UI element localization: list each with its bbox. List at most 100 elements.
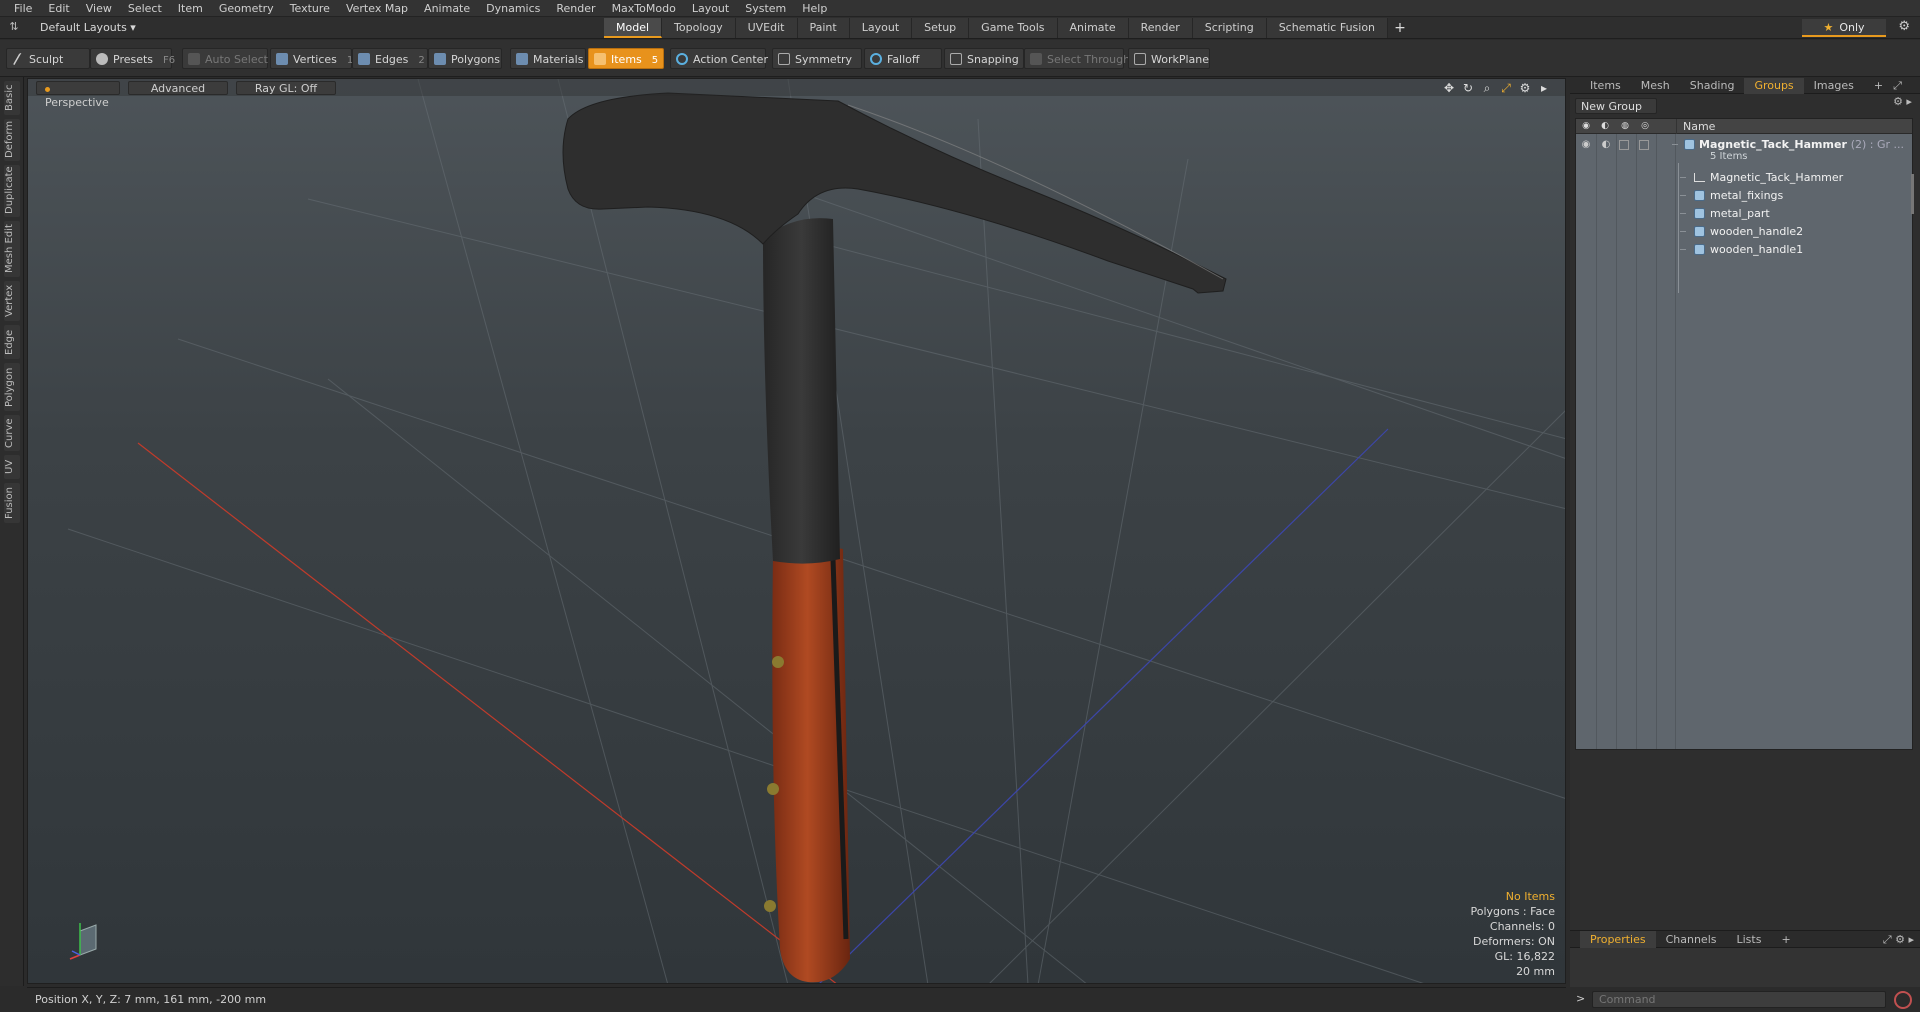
category-uv[interactable]: UV: [4, 455, 20, 479]
menu-system[interactable]: System: [737, 0, 794, 17]
lock-checkbox[interactable]: [1619, 140, 1629, 150]
tab-shading[interactable]: Shading: [1680, 78, 1745, 94]
sculpt-button[interactable]: Sculpt: [6, 48, 90, 69]
axis-gizmo: [69, 923, 97, 960]
menu-geometry[interactable]: Geometry: [211, 0, 282, 17]
tab-images[interactable]: Images: [1804, 78, 1864, 94]
command-input[interactable]: [1592, 991, 1886, 1008]
select-through-button[interactable]: Select Through: [1024, 48, 1130, 69]
tab-animate[interactable]: Animate: [1057, 18, 1129, 38]
menu-vertex-map[interactable]: Vertex Map: [338, 0, 416, 17]
view-mode-button[interactable]: Perspective: [36, 81, 120, 109]
name-column-header[interactable]: Name: [1676, 119, 1916, 134]
items-button[interactable]: Items 5: [588, 48, 664, 69]
menu-render[interactable]: Render: [548, 0, 603, 17]
menu-layout[interactable]: Layout: [684, 0, 737, 17]
category-polygon[interactable]: Polygon: [4, 363, 20, 411]
list-item[interactable]: wooden_handle1: [1576, 241, 1912, 258]
menu-maxtomodo[interactable]: MaxToModo: [604, 0, 684, 17]
edges-button[interactable]: Edges 2: [352, 48, 428, 69]
group-row[interactable]: ◉ ◐ Magnetic_Tack_Hammer (2) : Gr ... 5 …: [1576, 136, 1912, 166]
new-group-button[interactable]: New Group: [1575, 98, 1657, 114]
auto-select-button[interactable]: Auto Select: [182, 48, 268, 69]
menu-animate[interactable]: Animate: [416, 0, 478, 17]
action-center-button[interactable]: Action Center: [670, 48, 768, 69]
tab-scripting[interactable]: Scripting: [1192, 18, 1267, 38]
tab-lists[interactable]: Lists: [1727, 931, 1772, 948]
materials-icon: [516, 53, 528, 65]
rotate-icon[interactable]: ↻: [1461, 81, 1475, 95]
menu-help[interactable]: Help: [794, 0, 835, 17]
polygons-icon: [434, 53, 446, 65]
presets-button[interactable]: Presets F6: [90, 48, 175, 69]
render-column-icon[interactable]: ◐: [1598, 120, 1612, 132]
menu-file[interactable]: File: [6, 0, 40, 17]
menu-item[interactable]: Item: [170, 0, 211, 17]
render-toggle-icon[interactable]: ◐: [1600, 139, 1612, 150]
collapse-arrow-icon[interactable]: ⇅: [6, 20, 22, 36]
category-fusion[interactable]: Fusion: [4, 483, 20, 523]
layouts-dropdown[interactable]: Default Layouts ▾: [32, 20, 144, 36]
tab-paint[interactable]: Paint: [797, 18, 850, 38]
tab-groups[interactable]: Groups: [1744, 78, 1804, 94]
list-item[interactable]: Magnetic_Tack_Hammer: [1576, 169, 1912, 186]
shading-mode-button[interactable]: Advanced: [128, 81, 228, 95]
tab-channels[interactable]: Channels: [1656, 931, 1727, 948]
menu-dynamics[interactable]: Dynamics: [478, 0, 548, 17]
list-item[interactable]: wooden_handle2: [1576, 223, 1912, 240]
category-curve[interactable]: Curve: [4, 415, 20, 451]
tab-schematic-fusion[interactable]: Schematic Fusion: [1266, 18, 1389, 38]
snapping-button[interactable]: Snapping: [944, 48, 1024, 69]
properties-expand-icon[interactable]: ⤢ ⚙ ▸: [1883, 931, 1920, 947]
tab-render[interactable]: Render: [1128, 18, 1193, 38]
tab-uvedit[interactable]: UVEdit: [735, 18, 798, 38]
list-item[interactable]: metal_fixings: [1576, 187, 1912, 204]
add-panel-tab-button[interactable]: +: [1864, 78, 1893, 94]
viewport-menu-arrow-icon[interactable]: ▸: [1537, 81, 1551, 95]
category-edge[interactable]: Edge: [4, 325, 20, 359]
vertices-button[interactable]: Vertices 1: [270, 48, 353, 69]
zoom-icon[interactable]: ⌕: [1480, 81, 1494, 95]
category-basic[interactable]: Basic: [4, 81, 20, 115]
visibility-column-eye-icon[interactable]: ◉: [1579, 120, 1593, 132]
tab-items[interactable]: Items: [1580, 78, 1631, 94]
falloff-button[interactable]: Falloff: [864, 48, 942, 69]
lock-column-icon[interactable]: ◍: [1618, 120, 1632, 132]
materials-button[interactable]: Materials: [510, 48, 586, 69]
menu-texture[interactable]: Texture: [282, 0, 338, 17]
viewport-settings-icon[interactable]: ⚙: [1518, 81, 1532, 95]
select-column-icon[interactable]: ◎: [1638, 120, 1652, 132]
pan-icon[interactable]: ✥: [1442, 81, 1456, 95]
3d-viewport[interactable]: Perspective Advanced Ray GL: Off ✥ ↻ ⌕ ⤢…: [27, 78, 1566, 984]
tab-topology[interactable]: Topology: [662, 18, 736, 38]
tab-mesh[interactable]: Mesh ...: [1631, 78, 1680, 108]
category-mesh-edit[interactable]: Mesh Edit: [4, 221, 20, 277]
gear-icon[interactable]: ⚙: [1898, 19, 1910, 34]
menu-view[interactable]: View: [78, 0, 120, 17]
menu-edit[interactable]: Edit: [40, 0, 77, 17]
panel-expand-icon[interactable]: ⤢ ⚙ ▸: [1893, 78, 1920, 108]
tab-game-tools[interactable]: Game Tools: [969, 18, 1058, 38]
maximize-icon[interactable]: ⤢: [1499, 81, 1513, 95]
only-toggle[interactable]: ★ Only: [1802, 19, 1886, 37]
menu-select[interactable]: Select: [120, 0, 170, 17]
tab-setup[interactable]: Setup: [912, 18, 970, 38]
polygons-button[interactable]: Polygons: [428, 48, 502, 69]
eye-icon[interactable]: ◉: [1580, 139, 1592, 150]
list-scrollbar[interactable]: [1911, 174, 1914, 214]
record-macro-icon[interactable]: [1894, 991, 1912, 1009]
tab-layout[interactable]: Layout: [849, 18, 913, 38]
workplane-button[interactable]: WorkPlane: [1128, 48, 1210, 69]
raygl-button[interactable]: Ray GL: Off: [236, 81, 336, 95]
command-chevron-icon[interactable]: >: [1576, 992, 1585, 1005]
category-deform[interactable]: Deform: [4, 119, 20, 161]
symmetry-button[interactable]: Symmetry: [772, 48, 862, 69]
list-item[interactable]: metal_part: [1576, 205, 1912, 222]
tab-properties[interactable]: Properties: [1580, 931, 1656, 948]
add-properties-tab-button[interactable]: +: [1771, 931, 1800, 948]
category-vertex[interactable]: Vertex: [4, 281, 20, 321]
add-tab-button[interactable]: +: [1388, 18, 1412, 38]
tab-model[interactable]: Model: [604, 18, 663, 38]
select-checkbox[interactable]: [1639, 140, 1649, 150]
category-duplicate[interactable]: Duplicate: [4, 165, 20, 217]
